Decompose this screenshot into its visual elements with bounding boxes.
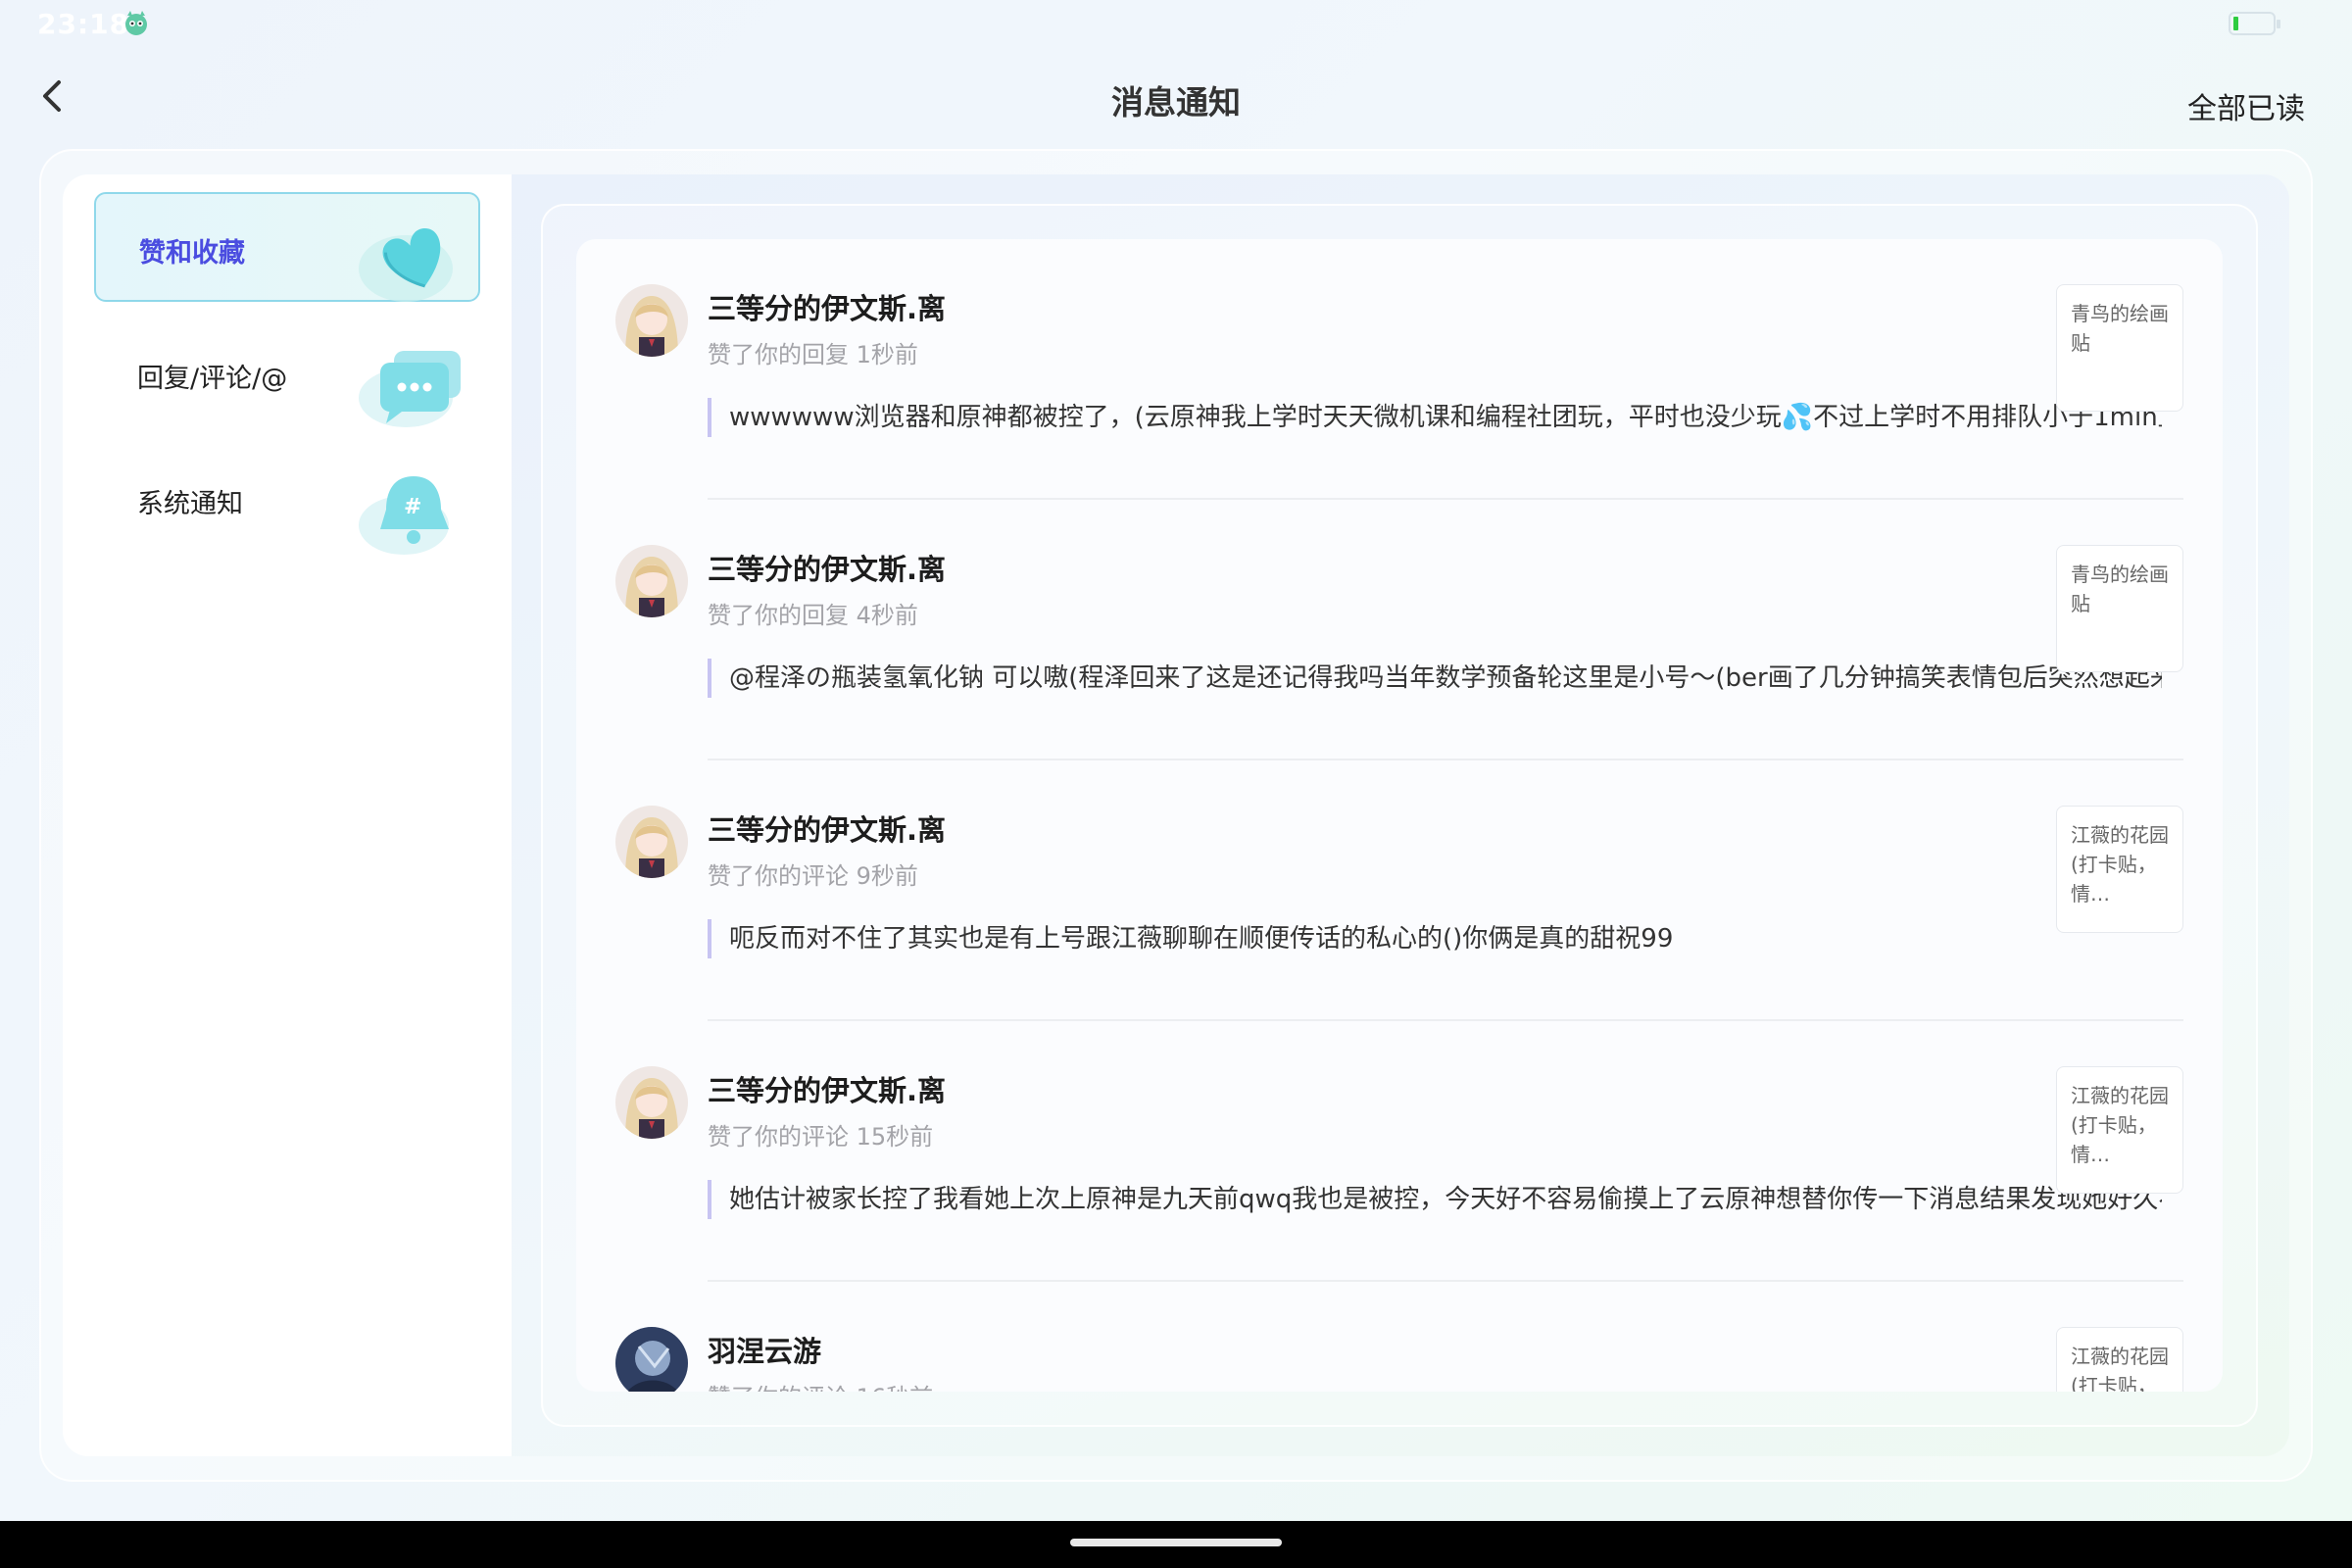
post-thumbnail[interactable]: 青鸟的绘画贴: [2056, 545, 2183, 672]
user-name[interactable]: 三等分的伊文斯.离: [708, 808, 946, 849]
avatar[interactable]: [615, 284, 688, 357]
post-thumbnail[interactable]: 江薇的花园(打卡贴，情…: [2056, 1066, 2183, 1194]
svg-text:#: #: [404, 495, 421, 519]
notification-meta: 赞了你的评论 16秒前: [708, 1378, 933, 1392]
page-title: 消息通知: [1111, 83, 1241, 122]
quoted-comment[interactable]: 她估计被家长控了我看她上次上原神是九天前qwq我也是被控，今天好不容易偷摸上了云…: [708, 1180, 2162, 1219]
quoted-comment[interactable]: 呃反而对不住了其实也是有上号跟江薇聊聊在顺便传话的私心的()你俩是真的甜祝99: [708, 919, 2162, 958]
avatar[interactable]: [615, 806, 688, 878]
tab-label: 回复/评论/@: [137, 364, 288, 394]
notification-meta: 赞了你的评论 9秒前: [708, 862, 918, 890]
avatar[interactable]: [615, 545, 688, 617]
post-thumbnail[interactable]: 江薇的花园(打卡贴，情…: [2056, 1327, 2183, 1392]
post-thumbnail[interactable]: 江薇的花园(打卡贴，情…: [2056, 806, 2183, 933]
avatar[interactable]: [615, 1327, 688, 1392]
notification-meta: 赞了你的回复 4秒前: [708, 602, 918, 629]
anime-girl-avatar-icon: [615, 1066, 688, 1139]
dark-figure-avatar-icon: [615, 1327, 688, 1392]
status-time: 23:18: [37, 8, 130, 40]
list-item[interactable]: 三等分的伊文斯.离 赞了你的回复 4秒前 @程泽の瓶装氢氧化钠 可以嗷(程泽回来…: [576, 500, 2223, 760]
anime-girl-avatar-icon: [615, 806, 688, 878]
anime-girl-avatar-icon: [615, 545, 688, 617]
list-item[interactable]: 三等分的伊文斯.离 赞了你的评论 15秒前 她估计被家长控了我看她上次上原神是九…: [576, 1021, 2223, 1282]
post-thumbnail[interactable]: 青鸟的绘画贴: [2056, 284, 2183, 412]
app-mascot-icon: [125, 11, 147, 35]
status-bar: 23:18: [0, 0, 2352, 49]
tab-label: 系统通知: [137, 489, 243, 519]
home-gesture-handle[interactable]: [1070, 1539, 1282, 1546]
tab-system-notifications[interactable]: 系统通知 #: [94, 445, 480, 555]
chat-bubble-icon: [359, 351, 461, 427]
user-name[interactable]: 三等分的伊文斯.离: [708, 1068, 946, 1109]
user-name[interactable]: 三等分的伊文斯.离: [708, 286, 946, 327]
notification-meta: 赞了你的回复 1秒前: [708, 341, 918, 368]
anime-girl-avatar-icon: [615, 284, 688, 357]
list-item[interactable]: 三等分的伊文斯.离 赞了你的回复 1秒前 wwwwww浏览器和原神都被控了，(云…: [576, 239, 2223, 500]
mark-all-read-button[interactable]: 全部已读: [2187, 84, 2305, 127]
list-item[interactable]: 三等分的伊文斯.离 赞了你的评论 9秒前 呃反而对不住了其实也是有上号跟江薇聊聊…: [576, 760, 2223, 1021]
system-navigation-bar: [0, 1521, 2352, 1568]
bell-icon: #: [359, 476, 449, 555]
user-name[interactable]: 羽涅云游: [708, 1329, 821, 1370]
quoted-reply[interactable]: @程泽の瓶装氢氧化钠 可以嗷(程泽回来了这是还记得我吗当年数学预备轮这里是小号～…: [708, 659, 2162, 698]
battery-icon: [2229, 12, 2280, 35]
user-name[interactable]: 三等分的伊文斯.离: [708, 547, 946, 588]
notification-list: 三等分的伊文斯.离 赞了你的回复 1秒前 wwwwww浏览器和原神都被控了，(云…: [576, 239, 2223, 1392]
quoted-reply[interactable]: wwwwww浏览器和原神都被控了，(云原神我上学时天天微机课和编程社团玩，平时也…: [708, 398, 2162, 437]
tab-label: 赞和收藏: [139, 238, 245, 269]
list-item[interactable]: 羽涅云游 赞了你的评论 16秒前 江薇的花园(打卡贴，情…: [576, 1282, 2223, 1392]
heart-icon: [359, 228, 453, 302]
tab-likes-favorites[interactable]: 赞和收藏: [94, 192, 480, 302]
notification-meta: 赞了你的评论 15秒前: [708, 1123, 934, 1151]
tab-replies-comments-mentions[interactable]: 回复/评论/@: [94, 319, 480, 429]
avatar[interactable]: [615, 1066, 688, 1139]
